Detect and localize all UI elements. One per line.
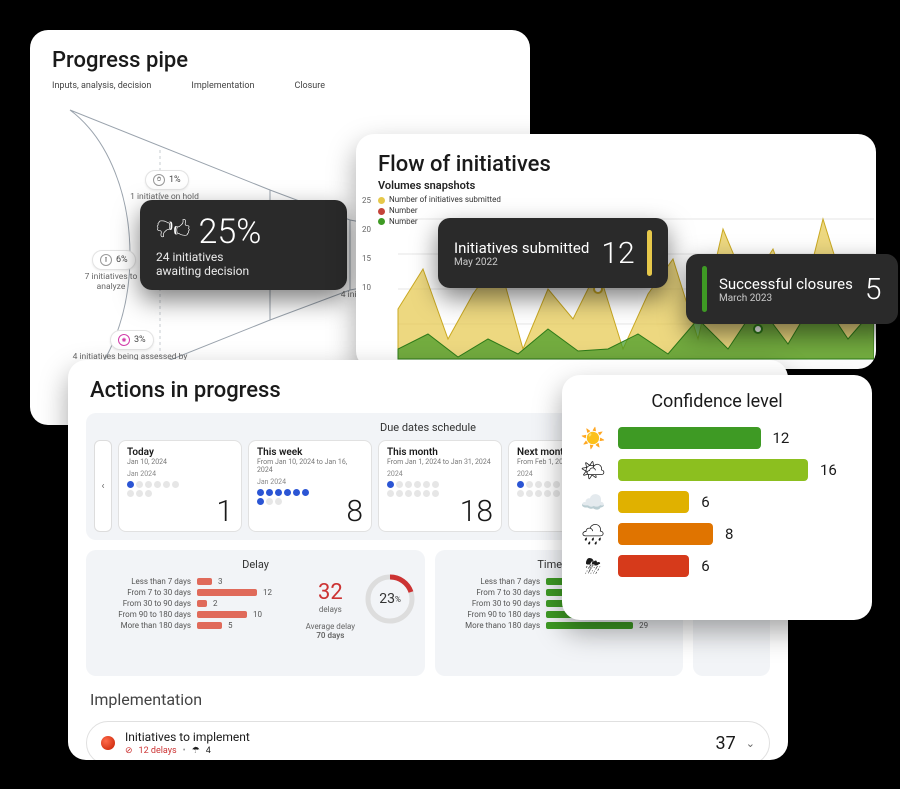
flow-subtitle: Volumes snapshots [356,179,876,192]
delay-summary: 32 delays Average delay 70 days [306,580,356,640]
pipe-node-on-hold[interactable]: ⏱1% [145,170,189,190]
pipe-highlight-line2: awaiting decision [156,264,331,278]
cloud-icon: ☁️ [580,490,606,514]
flow-title: Flow of initiatives [356,134,876,179]
flow-y-axis: 25201510 [362,196,371,292]
delay-panel: Delay Less than 7 days3From 7 to 30 days… [86,550,425,676]
clock-icon: ⊘ [125,746,133,756]
due-card-0[interactable]: TodayJan 10, 2024Jan 20241 [118,440,242,532]
confidence-row-1: 🌤16 [562,454,872,486]
delay-title: Delay [96,558,415,571]
umbrella-icon: ☂ [192,746,200,756]
flow-popup-closures: Successful closures March 2023 5 [686,254,898,324]
chevron-down-icon: ⌄ [746,737,755,750]
confidence-row-3: 🌧8 [562,518,872,550]
due-prev-button[interactable]: ‹ [94,440,112,532]
confidence-title: Confidence level [562,375,872,422]
implementation-header: Implementation [68,676,788,715]
thumbs-icon: 🖓🖒 [156,217,191,247]
pipe-stage-1: Implementation [191,81,254,91]
pipe-highlight-line1: 24 initiatives [156,250,331,264]
timeleft-bar: More thano 180 days29 [445,621,673,630]
pipe-stage-0: Inputs, analysis, decision [52,81,151,91]
delay-gauge: 23% [363,572,417,626]
sun-icon: ☀️ [580,426,606,450]
pipe-node-expert[interactable]: ✺3% [110,330,154,350]
storm-icon: ⛈ [580,554,606,578]
impl-row-0[interactable]: Initiatives to implement⊘12 delays•☂437⌄ [86,721,770,760]
confidence-row-2: ☁️6 [562,486,872,518]
pipe-highlight-pct: 25% [199,212,262,252]
rain-icon: 🌧 [580,522,606,546]
pipe-node-to-analyze[interactable]: ⫾6% [92,250,136,270]
confidence-card: Confidence level ☀️12🌤16☁️6🌧8⛈6 [562,375,872,620]
pipe-highlight-popup: 🖓🖒 25% 24 initiatives awaiting decision [140,200,347,290]
flow-popup-submitted: Initiatives submitted May 2022 12 [438,218,668,288]
due-card-1[interactable]: This weekFrom Jan 10, 2024 to Jan 16, 20… [248,440,372,532]
confidence-row-0: ☀️12 [562,422,872,454]
pipe-caption-to-analyze: 7 initiatives to analyze [75,272,147,292]
pipe-stage-2: Closure [294,81,325,91]
due-card-2[interactable]: This monthFrom Jan 1, 2024 to Jan 31, 20… [378,440,502,532]
progress-pipe-title: Progress pipe [30,30,530,81]
status-led-icon [101,736,115,750]
confidence-row-4: ⛈6 [562,550,872,582]
sun-cloud-icon: 🌤 [580,458,606,482]
